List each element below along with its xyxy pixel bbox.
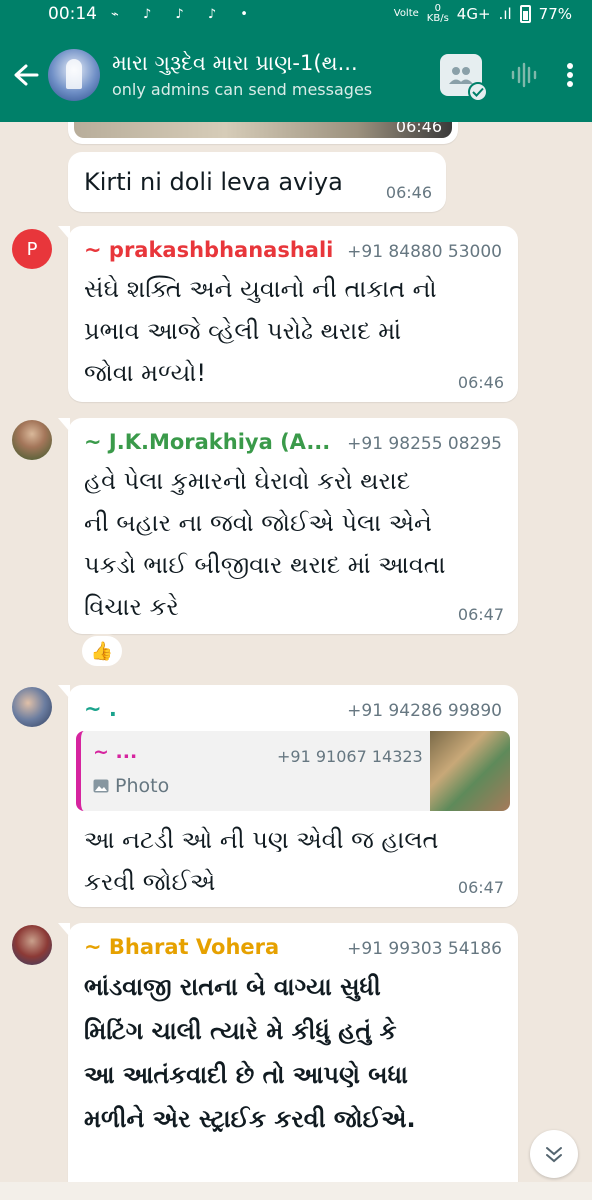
thumbs-up-icon: 👍 (90, 640, 114, 662)
network-type: 4G+ (456, 5, 491, 23)
sender-phone: +91 99303 54186 (347, 939, 502, 959)
message-bubble[interactable]: Kirti ni doli leva aviya 06:46 (68, 152, 446, 212)
quoted-type: Photo (93, 775, 169, 797)
sender-avatar[interactable] (12, 687, 52, 727)
photo-icon (93, 779, 109, 793)
sender-phone: +91 94286 99890 (347, 701, 502, 721)
image-message-bubble[interactable]: 06:46 (68, 122, 458, 144)
volte-indicator: Volte (393, 8, 419, 19)
sender-name[interactable]: ~ J.K.Morakhiya (A... (84, 430, 330, 454)
status-bar: 00:14 ⌁ ♪ ♪ ♪ • Volte 0 KB/s 4G+ .ıl 77% (0, 0, 592, 28)
bottom-edge (0, 1182, 592, 1200)
message-bubble[interactable]: ~ J.K.Morakhiya (A... +91 98255 08295 હવ… (58, 418, 518, 634)
message-bubble[interactable]: ~ . +91 94286 99890 ~ ... +91 91067 1432… (58, 685, 518, 907)
battery-icon (519, 5, 531, 23)
message-text: આ નટડી ઓ ની પણ એવી જ હાલત કરવી જોઈએ (84, 826, 439, 896)
chat-header: મારા ગુરૂદેવ મારા પ્રાણ-1(થ... only admi… (0, 28, 592, 122)
double-chevron-down-icon (546, 1147, 562, 1163)
message-text: સંઘે શક્તિ અને યુવાનો ની તાકાત નો પ્રભાવ… (84, 275, 437, 387)
message-time: 06:47 (457, 878, 504, 897)
message-time: 06:46 (457, 373, 504, 392)
group-avatar[interactable] (48, 49, 100, 101)
community-button[interactable] (440, 54, 488, 102)
message-time: 06:46 (385, 183, 432, 202)
sender-phone: +91 98255 08295 (347, 434, 502, 454)
notification-icons: ⌁ ♪ ♪ ♪ • (111, 6, 258, 22)
sender-phone: +91 84880 53000 (347, 242, 502, 262)
message-time: 06:47 (457, 605, 504, 624)
signal-icon: .ıl (498, 5, 512, 23)
sender-avatar[interactable] (12, 925, 52, 965)
group-subtitle: only admins can send messages (112, 80, 373, 99)
image-time: 06:46 (395, 122, 442, 136)
community-icon (449, 67, 473, 84)
quoted-sender-phone: +91 91067 14323 (277, 747, 423, 766)
status-time: 00:14 (48, 4, 97, 24)
image-thumbnail[interactable]: 06:46 (74, 122, 452, 138)
check-badge-icon (468, 82, 488, 102)
scroll-to-bottom-button[interactable] (530, 1130, 578, 1178)
sender-name[interactable]: ~ prakashbhanashali (84, 238, 333, 262)
quoted-sender-name: ~ ... (93, 741, 138, 763)
quoted-message[interactable]: ~ ... +91 91067 14323 Photo (76, 731, 510, 811)
chat-title-block[interactable]: મારા ગુરૂદેવ મારા પ્રાણ-1(થ... only admi… (112, 51, 392, 99)
message-bubble[interactable]: ~ Bharat Vohera +91 99303 54186 ભાંડવાજી… (58, 923, 518, 1200)
net-speed: 0 KB/s (426, 3, 449, 24)
message-text: હવે પેલા કુમારનો ઘેરાવો કરો થરાદ ની બહાર… (84, 467, 446, 621)
reaction-badge[interactable]: 👍 (80, 634, 124, 668)
message-text: ભાંડવાજી રાતના બે વાગ્યા સુધી મિટિંગ ચાલ… (84, 973, 416, 1133)
voice-chat-icon[interactable] (510, 62, 538, 88)
quoted-photo-thumbnail (430, 731, 510, 811)
group-title: મારા ગુરૂદેવ મારા પ્રાણ-1(થ... (112, 51, 358, 75)
message-bubble[interactable]: ~ prakashbhanashali +91 84880 53000 સંઘે… (58, 226, 518, 402)
sender-avatar[interactable]: P (12, 229, 52, 269)
back-button[interactable] (4, 45, 48, 105)
back-arrow-icon (14, 64, 39, 86)
more-options-icon[interactable] (566, 62, 574, 88)
battery-level: 77% (538, 5, 572, 23)
sender-avatar[interactable] (12, 420, 52, 460)
sender-name[interactable]: ~ Bharat Vohera (84, 935, 279, 959)
chat-area[interactable]: 06:46 Kirti ni doli leva aviya 06:46 P ~… (0, 122, 592, 1200)
sender-name[interactable]: ~ . (84, 697, 117, 721)
